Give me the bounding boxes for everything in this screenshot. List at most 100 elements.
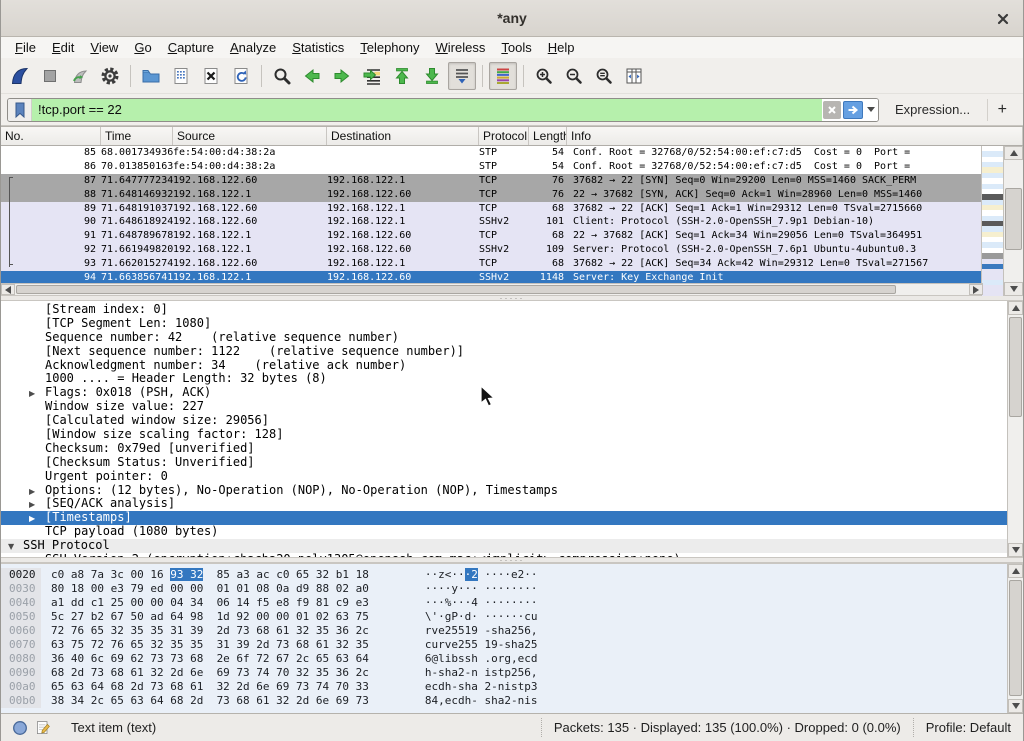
hex-ascii[interactable]: ···%···4 ········: [425, 596, 538, 610]
start-capture-button[interactable]: [6, 62, 34, 90]
hex-bytes[interactable]: 63 75 72 76 65 32 35 35 31 39 2d 73 68 6…: [51, 638, 369, 652]
go-last-button[interactable]: [418, 62, 446, 90]
hex-bytes[interactable]: a1 dd c1 25 00 00 04 34 06 14 f5 e8 f9 8…: [51, 596, 369, 610]
table-row[interactable]: 8971.648191037192.168.122.60192.168.122.…: [1, 202, 983, 216]
detail-line[interactable]: Urgent pointer: 0: [1, 470, 1007, 484]
hex-row[interactable]: 0020c0 a8 7a 3c 00 16 93 32 85 a3 ac c0 …: [1, 568, 1007, 582]
column-header-no[interactable]: No.: [1, 127, 101, 145]
zoom-original-button[interactable]: [590, 62, 618, 90]
column-header-info[interactable]: Info: [567, 127, 1023, 145]
scroll-up-arrow[interactable]: [1004, 146, 1023, 160]
hex-ascii[interactable]: curve255 19-sha25: [425, 638, 538, 652]
hex-bytes[interactable]: 68 2d 73 68 61 32 2d 6e 69 73 74 70 32 3…: [51, 666, 369, 680]
bytes-vertical-scrollbar[interactable]: [1007, 564, 1023, 713]
detail-line[interactable]: ▶Options: (12 bytes), No-Operation (NOP)…: [1, 484, 1007, 498]
collapse-icon[interactable]: ▼: [8, 540, 14, 554]
column-header-source[interactable]: Source: [173, 127, 327, 145]
menu-statistics[interactable]: Statistics: [284, 38, 352, 57]
hex-ascii[interactable]: \'·gP·d· ······cu: [425, 610, 538, 624]
column-header-destination[interactable]: Destination: [327, 127, 479, 145]
expand-icon[interactable]: ▶: [29, 485, 35, 499]
scroll-right-arrow[interactable]: [969, 284, 983, 295]
expand-icon[interactable]: ▶: [29, 554, 35, 557]
scrollbar-thumb[interactable]: [1009, 317, 1022, 417]
hex-bytes[interactable]: c0 a8 7a 3c 00 16 93 32 85 a3 ac c0 65 3…: [51, 568, 369, 582]
scroll-up-arrow[interactable]: [1008, 564, 1023, 578]
table-row[interactable]: 9171.648789678192.168.122.1192.168.122.6…: [1, 229, 983, 243]
table-row[interactable]: 8670.013850163fe:54:00:d4:38:2aSTP54Conf…: [1, 160, 983, 174]
stop-capture-button[interactable]: [36, 62, 64, 90]
capture-comment-icon[interactable]: [35, 719, 51, 737]
scrollbar-thumb[interactable]: [16, 285, 896, 294]
go-forward-button[interactable]: [328, 62, 356, 90]
colorize-button[interactable]: [489, 62, 517, 90]
display-filter-field[interactable]: !tcp.port == 22: [7, 98, 879, 122]
filter-bookmark-button[interactable]: [8, 99, 32, 121]
detail-line[interactable]: [TCP Segment Len: 1080]: [1, 317, 1007, 331]
open-file-button[interactable]: [137, 62, 165, 90]
table-row[interactable]: 9271.661949820192.168.122.1192.168.122.6…: [1, 243, 983, 257]
zoom-out-button[interactable]: [560, 62, 588, 90]
hex-row[interactable]: 006072 76 65 32 35 35 31 39 2d 73 68 61 …: [1, 624, 1007, 638]
hex-row[interactable]: 00b038 34 2c 65 63 64 68 2d 73 68 61 32 …: [1, 694, 1007, 708]
go-back-button[interactable]: [298, 62, 326, 90]
scroll-down-arrow[interactable]: [1008, 543, 1023, 557]
detail-line[interactable]: Checksum: 0x79ed [unverified]: [1, 442, 1007, 456]
detail-line[interactable]: [Next sequence number: 1122 (relative se…: [1, 345, 1007, 359]
intelligent-scrollbar-minimap[interactable]: [981, 146, 1003, 296]
close-window-button[interactable]: [993, 9, 1013, 29]
menu-edit[interactable]: Edit: [44, 38, 82, 57]
menu-help[interactable]: Help: [540, 38, 583, 57]
hex-bytes[interactable]: 5c 27 b2 67 50 ad 64 98 1d 92 00 00 01 0…: [51, 610, 369, 624]
detail-line[interactable]: 1000 .... = Header Length: 32 bytes (8): [1, 372, 1007, 386]
hex-row[interactable]: 00505c 27 b2 67 50 ad 64 98 1d 92 00 00 …: [1, 610, 1007, 624]
detail-line[interactable]: Sequence number: 42 (relative sequence n…: [1, 331, 1007, 345]
detail-line[interactable]: TCP payload (1080 bytes): [1, 525, 1007, 539]
packet-list-vertical-scrollbar[interactable]: [1003, 146, 1023, 296]
hex-ascii[interactable]: rve25519 -sha256,: [425, 624, 538, 638]
column-header-length[interactable]: Length: [529, 127, 567, 145]
menu-view[interactable]: View: [82, 38, 126, 57]
auto-scroll-button[interactable]: [448, 62, 476, 90]
detail-line[interactable]: ▶[SEQ/ACK analysis]: [1, 497, 1007, 511]
hex-bytes[interactable]: 72 76 65 32 35 35 31 39 2d 73 68 61 32 3…: [51, 624, 369, 638]
hex-bytes[interactable]: 80 18 00 e3 79 ed 00 00 01 01 08 0a d9 8…: [51, 582, 369, 596]
expand-icon[interactable]: ▶: [29, 512, 35, 526]
hex-row[interactable]: 009068 2d 73 68 61 32 2d 6e 69 73 74 70 …: [1, 666, 1007, 680]
hex-ascii[interactable]: 84,ecdh- sha2-nis: [425, 694, 538, 708]
close-file-button[interactable]: [197, 62, 225, 90]
hex-bytes[interactable]: 65 63 64 68 2d 73 68 61 32 2d 6e 69 73 7…: [51, 680, 369, 694]
packet-list-header[interactable]: No.TimeSourceDestinationProtocolLengthIn…: [1, 127, 1023, 146]
hex-bytes[interactable]: 38 34 2c 65 63 64 68 2d 73 68 61 32 2d 6…: [51, 694, 369, 708]
packet-list-horizontal-scrollbar[interactable]: [1, 283, 983, 295]
menu-tools[interactable]: Tools: [493, 38, 539, 57]
column-header-time[interactable]: Time: [101, 127, 173, 145]
menu-analyze[interactable]: Analyze: [222, 38, 284, 57]
hex-ascii[interactable]: h-sha2-n istp256,: [425, 666, 538, 680]
hex-row[interactable]: 003080 18 00 e3 79 ed 00 00 01 01 08 0a …: [1, 582, 1007, 596]
menu-file[interactable]: File: [7, 38, 44, 57]
scrollbar-thumb[interactable]: [1009, 580, 1022, 696]
menu-go[interactable]: Go: [126, 38, 159, 57]
expand-icon[interactable]: ▶: [29, 498, 35, 512]
details-vertical-scrollbar[interactable]: [1007, 301, 1023, 557]
table-row[interactable]: 8771.647777234192.168.122.60192.168.122.…: [1, 174, 983, 188]
menu-telephony[interactable]: Telephony: [352, 38, 427, 57]
save-file-button[interactable]: [167, 62, 195, 90]
reload-file-button[interactable]: [227, 62, 255, 90]
filter-history-dropdown[interactable]: [864, 99, 878, 121]
resize-columns-button[interactable]: [620, 62, 648, 90]
hex-row[interactable]: 0040a1 dd c1 25 00 00 04 34 06 14 f5 e8 …: [1, 596, 1007, 610]
hex-row[interactable]: 008036 40 6c 69 62 73 73 68 2e 6f 72 67 …: [1, 652, 1007, 666]
detail-line[interactable]: Acknowledgment number: 34 (relative ack …: [1, 359, 1007, 373]
hex-ascii[interactable]: 6@libssh .org,ecd: [425, 652, 538, 666]
expert-info-icon[interactable]: [11, 719, 29, 737]
column-header-protocol[interactable]: Protocol: [479, 127, 529, 145]
table-row[interactable]: 9371.662015274192.168.122.60192.168.122.…: [1, 257, 983, 271]
hex-row[interactable]: 007063 75 72 76 65 32 35 35 31 39 2d 73 …: [1, 638, 1007, 652]
zoom-in-button[interactable]: [530, 62, 558, 90]
restart-capture-button[interactable]: [66, 62, 94, 90]
expression-button[interactable]: Expression...: [887, 102, 978, 117]
capture-options-button[interactable]: [96, 62, 124, 90]
hex-ascii[interactable]: ··z<···2 ····e2··: [425, 568, 538, 582]
